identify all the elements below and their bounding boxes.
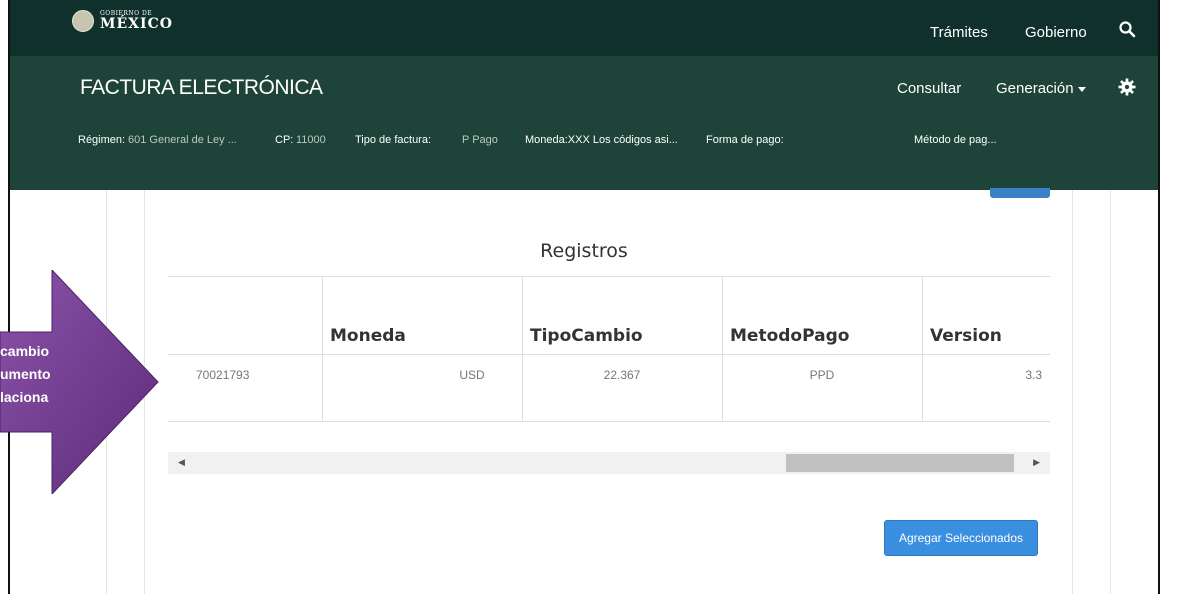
callout-line: umento (0, 366, 51, 382)
tipo-factura-label: Tipo de factura: (355, 134, 432, 146)
partial-button[interactable] (990, 188, 1050, 198)
cell-tipocambio: 22.367 (603, 368, 641, 382)
gobierno-logo[interactable]: GOBIERNO DE MÉXICO (72, 10, 173, 32)
nav-tramites-link[interactable]: Trámites (930, 24, 988, 41)
cp-label: CP: (275, 134, 294, 146)
scrollbar-thumb[interactable] (786, 454, 1014, 472)
column-header-metodopago[interactable]: MetodoPago (730, 326, 849, 346)
top-navbar: GOBIERNO DE MÉXICO Trámites Gobierno (10, 0, 1158, 56)
table-border (922, 276, 923, 422)
nav-generacion-label: Generación (996, 80, 1074, 97)
metodo-pago-info: Método de pag... (914, 134, 997, 146)
cell-metodopago: PPD (809, 368, 835, 382)
table-border (322, 276, 323, 422)
cell-version: 3.3 (1025, 368, 1042, 382)
logo-text: GOBIERNO DE MÉXICO (100, 11, 173, 32)
moneda-info: Moneda:XXX Los códigos asi... (525, 134, 678, 146)
scroll-right-icon[interactable]: ▶ (1033, 457, 1040, 468)
nav-generacion-dropdown[interactable]: Generación (996, 80, 1086, 97)
forma-pago-label: Forma de pago: (706, 134, 784, 146)
table-border (722, 276, 723, 422)
callout-line: cambio (0, 343, 50, 359)
registros-title: Registros (540, 240, 628, 262)
column-header-moneda[interactable]: Moneda (330, 326, 406, 346)
regimen-value: 601 General de Ley ... (128, 134, 237, 146)
seal-icon (72, 10, 94, 32)
chevron-down-icon (1077, 86, 1086, 92)
search-icon[interactable] (1118, 20, 1136, 38)
regimen-label: Régimen: (78, 134, 126, 146)
cell-moneda: USD (459, 368, 485, 382)
cell-id: 70021793 (196, 368, 250, 382)
agregar-seleccionados-button[interactable]: Agregar Seleccionados (884, 520, 1038, 556)
callout-text: cambio umento laciona (0, 340, 120, 409)
invoice-info-row: Régimen: 601 General de Ley ... CP: 1100… (78, 134, 1158, 154)
browser-frame: GOBIERNO DE MÉXICO Trámites Gobierno FAC… (8, 0, 1160, 594)
nav-consultar-link[interactable]: Consultar (897, 80, 961, 97)
table-border (522, 276, 523, 422)
gear-icon[interactable] (1118, 78, 1136, 96)
table-border (168, 354, 1050, 355)
table-border (168, 421, 1050, 422)
scroll-left-icon[interactable]: ◀ (178, 457, 185, 468)
logo-big-text: MÉXICO (100, 16, 173, 32)
app-title: FACTURA ELECTRÓNICA (80, 76, 323, 99)
registros-table: Moneda TipoCambio MetodoPago Version 700… (168, 276, 1050, 426)
column-header-version[interactable]: Version (930, 326, 1002, 346)
column-header-tipocambio[interactable]: TipoCambio (530, 326, 643, 346)
app-header: FACTURA ELECTRÓNICA Consultar Generación… (10, 56, 1158, 190)
table-border (168, 276, 1050, 277)
cp-value: 11000 (296, 134, 326, 146)
nav-gobierno-link[interactable]: Gobierno (1025, 24, 1087, 41)
horizontal-scrollbar[interactable]: ◀ ▶ (168, 452, 1050, 474)
callout-line: laciona (0, 389, 49, 405)
tipo-factura-value: P Pago (462, 134, 498, 146)
